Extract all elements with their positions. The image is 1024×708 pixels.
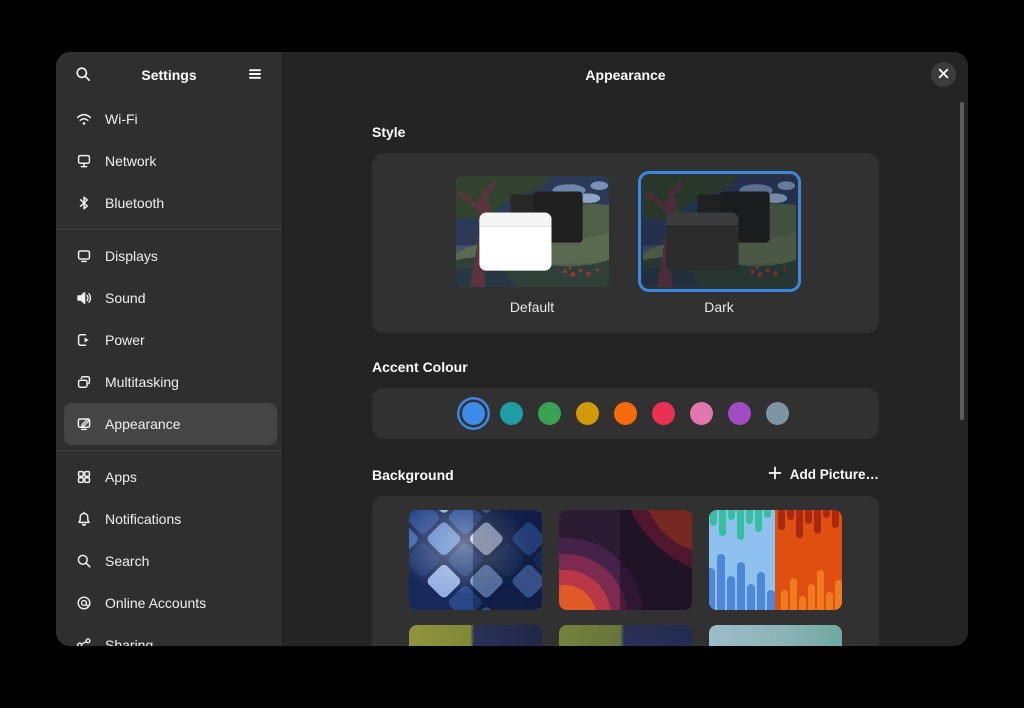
accent-color-purple[interactable] bbox=[728, 402, 751, 425]
sidebar-item-label: Displays bbox=[105, 248, 158, 264]
multitasking-icon bbox=[76, 374, 92, 390]
style-heading: Style bbox=[372, 124, 879, 140]
sidebar-item-apps[interactable]: Apps bbox=[64, 456, 277, 498]
sidebar-divider bbox=[56, 229, 282, 230]
sidebar-item-label: Search bbox=[105, 553, 149, 569]
sidebar-divider bbox=[56, 450, 282, 451]
style-dark-label: Dark bbox=[704, 299, 734, 315]
sidebar: Settings Wi-Fi Network bbox=[56, 52, 283, 646]
sidebar-header: Settings bbox=[56, 52, 282, 98]
accent-color-slate[interactable] bbox=[766, 402, 789, 425]
style-default-frame bbox=[451, 171, 614, 292]
accent-color-orange[interactable] bbox=[614, 402, 637, 425]
background-row-2 bbox=[409, 625, 842, 646]
style-option-dark[interactable]: Dark bbox=[638, 171, 801, 315]
accent-color-red[interactable] bbox=[652, 402, 675, 425]
sidebar-item-label: Bluetooth bbox=[105, 195, 164, 211]
panel-header: Appearance bbox=[283, 52, 968, 98]
wallpaper-thumb-blue-cubes[interactable] bbox=[409, 510, 542, 610]
appearance-icon bbox=[76, 416, 92, 432]
power-icon bbox=[76, 332, 92, 348]
background-card bbox=[372, 496, 879, 646]
panel-title: Appearance bbox=[585, 67, 665, 83]
search-item-icon bbox=[76, 553, 92, 569]
search-icon bbox=[75, 66, 91, 85]
accent-color-yellow[interactable] bbox=[576, 402, 599, 425]
close-button[interactable] bbox=[931, 62, 956, 87]
accent-color-teal[interactable] bbox=[500, 402, 523, 425]
accent-color-blue[interactable] bbox=[462, 402, 485, 425]
accent-colour-heading: Accent Colour bbox=[372, 359, 879, 375]
accent-color-pink[interactable] bbox=[690, 402, 713, 425]
sidebar-item-label: Wi-Fi bbox=[105, 111, 138, 127]
background-heading: Background bbox=[372, 467, 454, 483]
vertical-scrollbar[interactable] bbox=[960, 102, 964, 420]
sidebar-item-label: Power bbox=[105, 332, 145, 348]
sidebar-item-label: Appearance bbox=[105, 416, 181, 432]
search-button[interactable] bbox=[68, 60, 98, 90]
sidebar-item-appearance[interactable]: Appearance bbox=[64, 403, 277, 445]
sound-icon bbox=[76, 290, 92, 306]
notifications-icon bbox=[76, 511, 92, 527]
sidebar-item-label: Notifications bbox=[105, 511, 181, 527]
style-default-preview bbox=[456, 176, 609, 287]
sidebar-item-label: Multitasking bbox=[105, 374, 179, 390]
sidebar-item-notifications[interactable]: Notifications bbox=[64, 498, 277, 540]
panel-content: Style Default bbox=[372, 124, 879, 646]
sharing-icon bbox=[76, 637, 92, 646]
network-icon bbox=[76, 153, 92, 169]
wallpaper-thumb-olive-night[interactable] bbox=[409, 625, 542, 646]
sidebar-item-bluetooth[interactable]: Bluetooth bbox=[64, 182, 277, 224]
wallpaper-thumb-pale-teal[interactable] bbox=[709, 625, 842, 646]
sidebar-item-network[interactable]: Network bbox=[64, 140, 277, 182]
background-row-1 bbox=[409, 510, 842, 610]
style-dark-preview bbox=[643, 176, 796, 287]
accent-colour-card bbox=[372, 388, 879, 439]
sidebar-item-label: Online Accounts bbox=[105, 595, 206, 611]
displays-icon bbox=[76, 248, 92, 264]
style-option-default[interactable]: Default bbox=[451, 171, 614, 315]
sidebar-item-power[interactable]: Power bbox=[64, 319, 277, 361]
settings-window: Settings Wi-Fi Network bbox=[56, 52, 968, 646]
sidebar-item-wifi[interactable]: Wi-Fi bbox=[64, 98, 277, 140]
style-default-label: Default bbox=[510, 299, 554, 315]
sidebar-item-label: Sharing bbox=[105, 637, 153, 646]
wallpaper-thumb-green-night[interactable] bbox=[559, 625, 692, 646]
sidebar-item-label: Apps bbox=[105, 469, 137, 485]
sidebar-item-multitasking[interactable]: Multitasking bbox=[64, 361, 277, 403]
wifi-icon bbox=[76, 111, 92, 127]
accent-color-green[interactable] bbox=[538, 402, 561, 425]
close-icon bbox=[938, 67, 949, 82]
app-title: Settings bbox=[98, 67, 240, 83]
sidebar-item-sharing[interactable]: Sharing bbox=[64, 624, 277, 646]
background-heading-row: Background Add Picture… bbox=[372, 466, 879, 483]
appearance-panel: Appearance Style bbox=[283, 52, 968, 646]
style-card: Default Dark bbox=[372, 153, 879, 333]
add-picture-button[interactable]: Add Picture… bbox=[768, 466, 879, 483]
sidebar-item-sound[interactable]: Sound bbox=[64, 277, 277, 319]
sidebar-item-online-accounts[interactable]: Online Accounts bbox=[64, 582, 277, 624]
wallpaper-thumb-blue-orange-drips[interactable] bbox=[709, 510, 842, 610]
sidebar-item-label: Sound bbox=[105, 290, 145, 306]
style-dark-frame bbox=[638, 171, 801, 292]
sidebar-item-displays[interactable]: Displays bbox=[64, 235, 277, 277]
bluetooth-icon bbox=[76, 195, 92, 211]
main-menu-button[interactable] bbox=[240, 60, 270, 90]
hamburger-menu-icon bbox=[247, 66, 263, 85]
sidebar-item-label: Network bbox=[105, 153, 156, 169]
apps-icon bbox=[76, 469, 92, 485]
plus-icon bbox=[768, 466, 782, 483]
screen: Settings Wi-Fi Network bbox=[0, 0, 1024, 708]
online-accounts-icon bbox=[76, 595, 92, 611]
add-picture-label: Add Picture… bbox=[790, 467, 879, 482]
wallpaper-thumb-red-purple-waves[interactable] bbox=[559, 510, 692, 610]
sidebar-item-search[interactable]: Search bbox=[64, 540, 277, 582]
